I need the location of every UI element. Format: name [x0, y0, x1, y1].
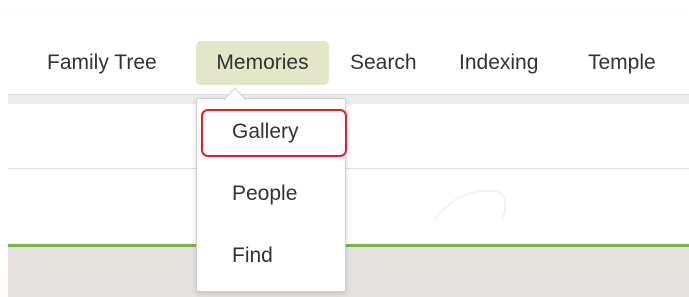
nav-indexing[interactable]: Indexing	[459, 41, 538, 85]
nav-memories[interactable]: Memories	[196, 41, 329, 85]
gallery-highlight-outline	[201, 109, 347, 157]
menu-item-people[interactable]: People	[201, 172, 346, 216]
footer-gray-area	[8, 247, 689, 297]
nav-search[interactable]: Search	[350, 41, 417, 85]
background-watermark-curve	[434, 189, 507, 221]
menu-item-find[interactable]: Find	[201, 234, 346, 278]
top-strip	[0, 0, 689, 12]
nav-temple[interactable]: Temple	[588, 41, 656, 85]
content-band-upper	[8, 104, 689, 168]
nav-family-tree[interactable]: Family Tree	[47, 41, 157, 85]
dropdown-caret-icon	[224, 87, 246, 100]
content-band-lower	[8, 169, 689, 244]
page-left-edge	[0, 96, 8, 297]
nav-divider	[8, 94, 689, 104]
